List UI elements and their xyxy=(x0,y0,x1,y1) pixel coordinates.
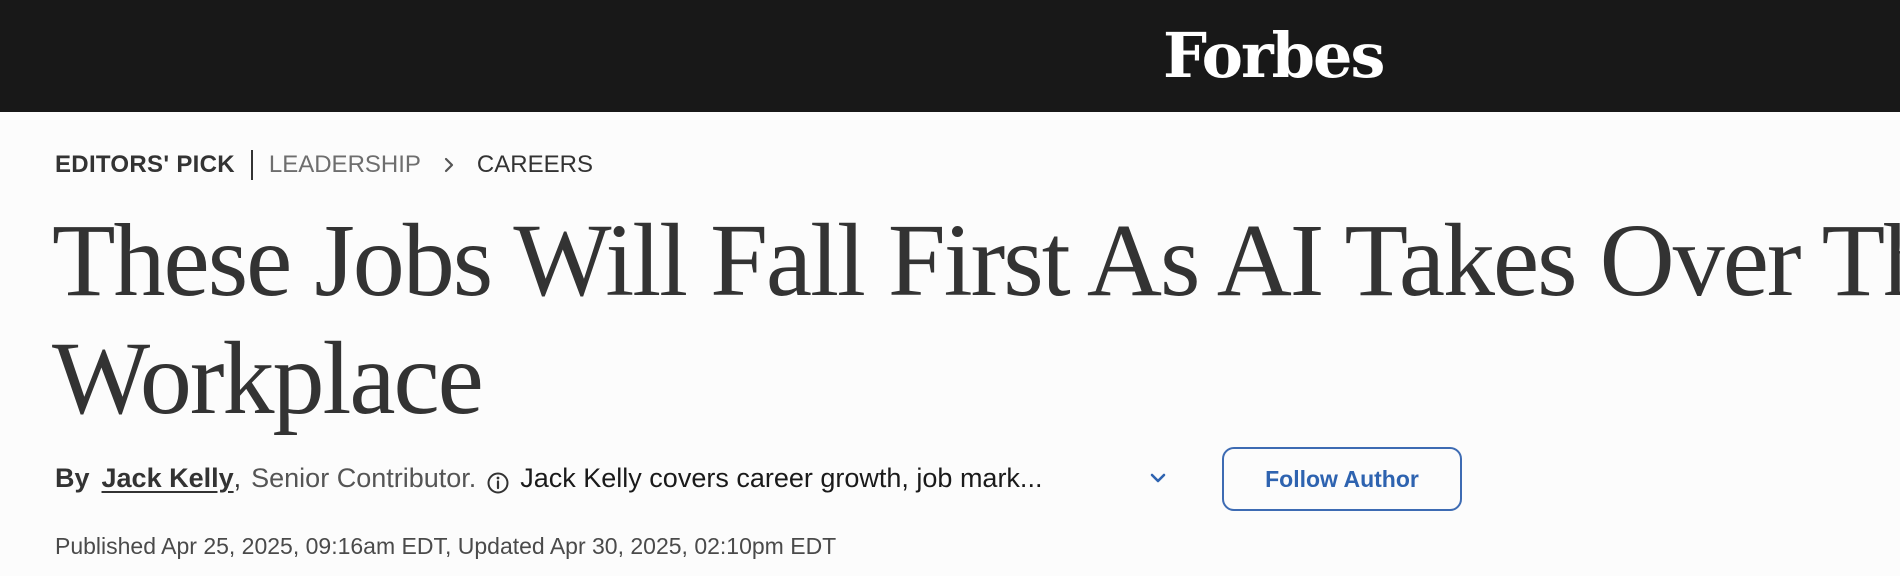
follow-author-button[interactable]: Follow Author xyxy=(1222,447,1462,511)
headline-line-2: Workplace xyxy=(52,321,484,436)
author-byline: By Jack Kelly , Senior Contributor. Jack… xyxy=(55,458,1042,498)
breadcrumb: EDITORS' PICK LEADERSHIP CAREERS xyxy=(55,148,593,182)
headline-line-1: These Jobs Will Fall First As AI Takes O… xyxy=(52,203,1900,318)
author-name-link[interactable]: Jack Kelly xyxy=(102,458,234,498)
author-bio-snippet: Jack Kelly covers career growth, job mar… xyxy=(520,463,1043,493)
author-role: Senior Contributor. xyxy=(251,463,477,493)
forbes-logo[interactable]: Forbes xyxy=(1163,16,1385,96)
info-circle-icon[interactable] xyxy=(486,466,510,494)
byline-comma: , xyxy=(233,463,242,493)
publish-dates: Published Apr 25, 2025, 09:16am EDT, Upd… xyxy=(55,533,837,559)
breadcrumb-link-careers[interactable]: CAREERS xyxy=(477,148,593,182)
byline-prefix: By xyxy=(55,463,90,493)
editors-pick-badge: EDITORS' PICK xyxy=(55,151,235,178)
breadcrumb-link-leadership[interactable]: LEADERSHIP xyxy=(269,148,421,182)
chevron-right-icon xyxy=(441,153,459,177)
top-navigation-bar: Forbes xyxy=(0,0,1900,112)
chevron-down-icon[interactable] xyxy=(1146,469,1170,487)
breadcrumb-divider xyxy=(250,150,253,180)
article-headline: These Jobs Will Fall First As AI Takes O… xyxy=(52,202,1900,438)
